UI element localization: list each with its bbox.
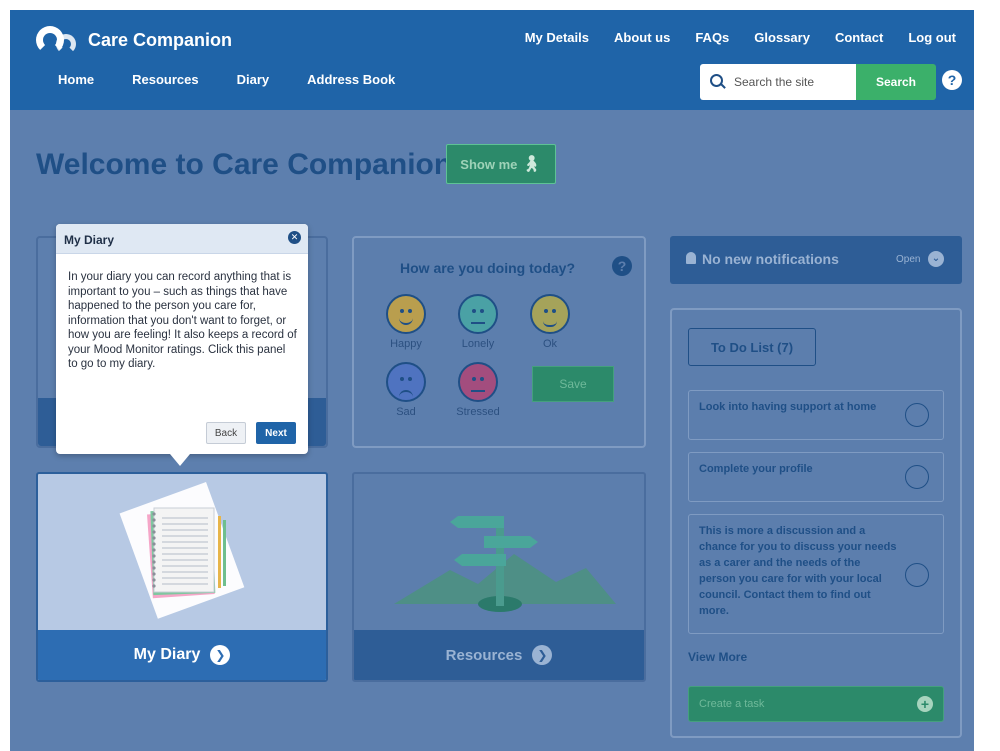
create-task-label: Create a task bbox=[699, 698, 765, 710]
nav-glossary[interactable]: Glossary bbox=[754, 30, 810, 45]
mood-label-lonely: Lonely bbox=[461, 338, 495, 350]
notifications-text: No new notifications bbox=[702, 251, 839, 267]
todo-item-text: This is more a discussion and a chance f… bbox=[699, 525, 897, 617]
todo-panel: To Do List (7) Look into having support … bbox=[670, 308, 962, 738]
logo[interactable]: Care Companion bbox=[36, 26, 232, 54]
show-me-label: Show me bbox=[460, 156, 518, 172]
resources-card[interactable]: Resources ❯ bbox=[352, 472, 646, 682]
tooltip-body: In your diary you can record anything th… bbox=[68, 271, 297, 370]
notifications-open-label[interactable]: Open bbox=[896, 254, 920, 265]
tooltip-next-button[interactable]: Next bbox=[256, 422, 296, 444]
todo-checkbox[interactable] bbox=[905, 465, 929, 489]
bell-icon bbox=[686, 252, 696, 264]
todo-item-text: Complete your profile bbox=[699, 463, 813, 475]
main-nav: Home Resources Diary Address Book bbox=[58, 72, 395, 87]
search-box bbox=[700, 64, 856, 100]
logo-mark-icon bbox=[36, 26, 80, 54]
nav-address-book[interactable]: Address Book bbox=[307, 72, 395, 87]
help-icon[interactable]: ? bbox=[942, 70, 962, 90]
site-header: Care Companion My Details About us FAQs … bbox=[10, 10, 974, 110]
mood-label-ok: Ok bbox=[542, 338, 558, 350]
nav-faqs[interactable]: FAQs bbox=[695, 30, 729, 45]
tooltip-title: My Diary bbox=[64, 233, 115, 247]
create-task-button[interactable]: Create a task + bbox=[688, 686, 944, 722]
chevron-right-icon: ❯ bbox=[210, 645, 231, 665]
tour-tooltip: My Diary ✕ In your diary you can record … bbox=[56, 224, 308, 466]
mood-save-button[interactable]: Save bbox=[532, 366, 614, 402]
nav-about-us[interactable]: About us bbox=[614, 30, 670, 45]
mood-label-happy: Happy bbox=[390, 338, 422, 350]
resources-label: Resources bbox=[445, 646, 523, 664]
todo-title[interactable]: To Do List (7) bbox=[688, 328, 816, 366]
ok-face-icon[interactable] bbox=[530, 294, 570, 334]
show-me-button[interactable]: Show me 🚶︎ bbox=[446, 144, 556, 184]
stressed-face-icon[interactable] bbox=[458, 362, 498, 402]
notifications-bar[interactable]: No new notifications Open ⌄ bbox=[670, 236, 962, 284]
plus-icon: + bbox=[917, 696, 933, 712]
mood-help-icon[interactable]: ? bbox=[612, 256, 632, 276]
view-more-link[interactable]: View More bbox=[688, 650, 747, 664]
lonely-face-icon[interactable] bbox=[458, 294, 498, 334]
todo-item[interactable]: Complete your profile bbox=[688, 452, 944, 502]
mood-monitor-panel: How are you doing today? ? Happy Lonely … bbox=[352, 236, 646, 448]
tooltip-back-button[interactable]: Back bbox=[206, 422, 246, 444]
walking-person-icon: 🚶︎ bbox=[521, 156, 542, 173]
nav-my-details[interactable]: My Details bbox=[525, 30, 589, 45]
signpost-illustration bbox=[394, 516, 616, 612]
search-button[interactable]: Search bbox=[856, 64, 936, 100]
todo-item-text: Look into having support at home bbox=[699, 401, 877, 413]
close-icon[interactable]: ✕ bbox=[288, 231, 301, 244]
nav-home[interactable]: Home bbox=[58, 72, 94, 87]
chevron-right-icon: ❯ bbox=[532, 645, 553, 665]
search-input[interactable] bbox=[734, 75, 852, 89]
happy-face-icon[interactable] bbox=[386, 294, 426, 334]
resources-caption[interactable]: Resources ❯ bbox=[354, 630, 644, 680]
page-title: Welcome to Care Companion bbox=[36, 148, 453, 181]
page-frame: Care Companion My Details About us FAQs … bbox=[10, 10, 974, 751]
my-diary-card[interactable]: My Diary ❯ bbox=[36, 472, 328, 682]
search-icon bbox=[710, 74, 726, 90]
search-bar: Search bbox=[700, 64, 936, 100]
nav-log-out[interactable]: Log out bbox=[908, 30, 956, 45]
mood-title: How are you doing today? bbox=[400, 260, 576, 276]
todo-item[interactable]: This is more a discussion and a chance f… bbox=[688, 514, 944, 634]
sad-face-icon[interactable] bbox=[386, 362, 426, 402]
todo-item[interactable]: Look into having support at home bbox=[688, 390, 944, 440]
mood-label-sad: Sad bbox=[396, 406, 416, 418]
top-nav: My Details About us FAQs Glossary Contac… bbox=[525, 30, 956, 45]
logo-text: Care Companion bbox=[88, 29, 233, 50]
mood-label-stressed: Stressed bbox=[456, 406, 500, 418]
todo-checkbox[interactable] bbox=[905, 403, 929, 427]
diary-illustration bbox=[119, 482, 245, 619]
my-diary-caption[interactable]: My Diary ❯ bbox=[38, 630, 326, 680]
nav-contact[interactable]: Contact bbox=[835, 30, 883, 45]
chevron-down-icon[interactable]: ⌄ bbox=[928, 251, 944, 267]
todo-checkbox[interactable] bbox=[905, 563, 929, 587]
my-diary-label: My Diary bbox=[133, 646, 201, 663]
nav-resources[interactable]: Resources bbox=[132, 72, 198, 87]
nav-diary[interactable]: Diary bbox=[237, 72, 270, 87]
